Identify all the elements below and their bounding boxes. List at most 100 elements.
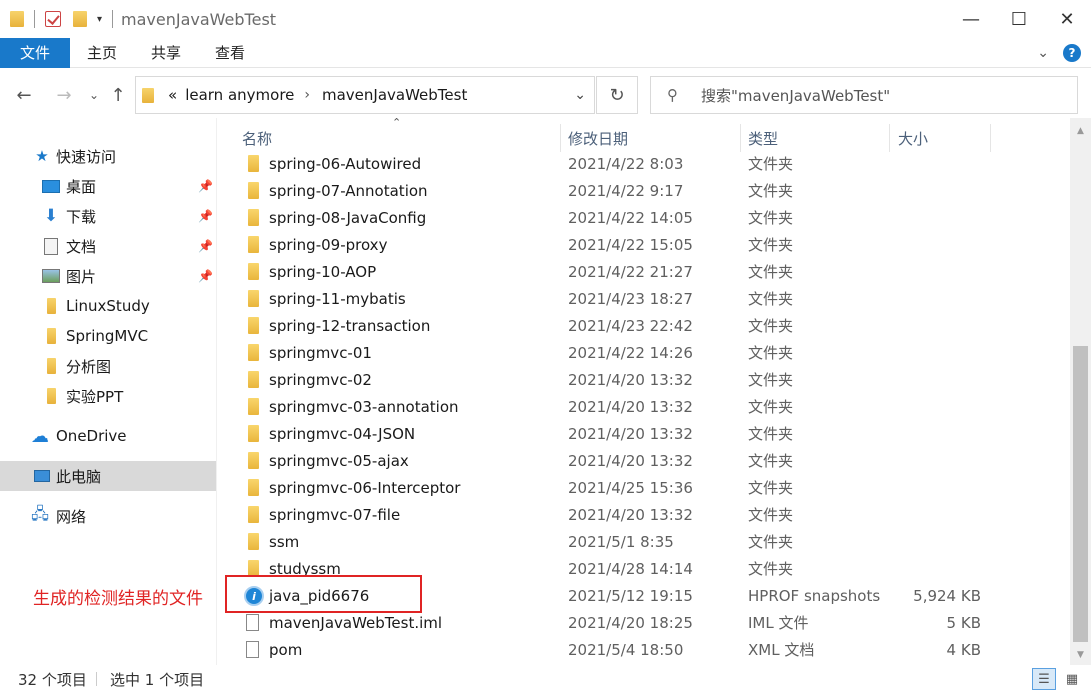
folder-icon — [248, 209, 259, 226]
sidebar-item-springmvc[interactable]: SpringMVC — [0, 321, 216, 351]
folder-icon — [248, 290, 259, 307]
large-icons-view-icon[interactable]: ▦ — [1060, 668, 1084, 690]
scroll-up-icon[interactable]: ▲ — [1070, 122, 1091, 139]
address-bar[interactable]: « learn anymore › mavenJavaWebTest ⌄ — [135, 76, 595, 114]
sidebar-item-label: 下载 — [66, 207, 97, 226]
chevron-down-icon[interactable]: ⌄ — [574, 87, 586, 103]
folder-icon — [46, 358, 56, 374]
sidebar-item-ppt[interactable]: 实验PPT — [0, 381, 216, 411]
details-view-icon[interactable]: ☰ — [1032, 668, 1056, 690]
column-type[interactable]: 类型 — [748, 128, 778, 149]
table-row[interactable]: springmvc-01 2021/4/22 14:26 文件夹 — [228, 339, 1068, 366]
folder-icon — [248, 398, 259, 415]
refresh-button[interactable]: ↻ — [596, 76, 638, 114]
file-name: springmvc-02 — [269, 370, 372, 389]
folder-icon — [248, 425, 259, 442]
file-type: 文件夹 — [748, 560, 794, 578]
file-name: spring-10-AOP — [269, 262, 377, 281]
file-date: 2021/4/22 14:26 — [568, 343, 693, 362]
pane-divider[interactable] — [216, 118, 217, 665]
maximize-button[interactable]: ☐ — [995, 0, 1043, 38]
minimize-button[interactable]: — — [947, 0, 995, 38]
table-row[interactable]: spring-10-AOP 2021/4/22 21:27 文件夹 — [228, 258, 1068, 285]
sidebar-item-label: LinuxStudy — [66, 297, 150, 315]
vertical-scrollbar[interactable]: ▲ ▼ — [1070, 118, 1091, 665]
scroll-thumb[interactable] — [1073, 346, 1088, 642]
table-row[interactable]: springmvc-05-ajax 2021/4/20 13:32 文件夹 — [228, 447, 1068, 474]
table-row[interactable]: spring-09-proxy 2021/4/22 15:05 文件夹 — [228, 231, 1068, 258]
item-count: 32 个项目 — [18, 670, 87, 689]
column-divider[interactable] — [889, 124, 890, 152]
tab-share[interactable]: 共享 — [134, 38, 198, 68]
table-row[interactable]: pom 2021/5/4 18:50 XML 文档 4 KB — [228, 636, 1068, 663]
sidebar-item-analysis[interactable]: 分析图 — [0, 351, 216, 381]
sidebar-item-quick-access[interactable]: ★ 快速访问 — [0, 141, 216, 171]
table-row[interactable]: spring-06-Autowired 2021/4/22 8:03 文件夹 — [228, 150, 1068, 177]
breadcrumb-overflow[interactable]: « — [168, 86, 177, 104]
file-date: 2021/4/28 14:14 — [568, 559, 693, 578]
sidebar-item-onedrive[interactable]: ☁ OneDrive — [0, 421, 216, 451]
folder-icon — [248, 236, 259, 253]
table-row[interactable]: springmvc-04-JSON 2021/4/20 13:32 文件夹 — [228, 420, 1068, 447]
tab-view[interactable]: 查看 — [198, 38, 262, 68]
file-name: springmvc-01 — [269, 343, 372, 362]
forward-arrow-icon[interactable]: → — [52, 82, 76, 108]
table-row[interactable]: springmvc-02 2021/4/20 13:32 文件夹 — [228, 366, 1068, 393]
table-row[interactable]: springmvc-07-file 2021/4/20 13:32 文件夹 — [228, 501, 1068, 528]
breadcrumb-learn-anymore[interactable]: learn anymore — [185, 86, 294, 104]
table-row[interactable]: spring-08-JavaConfig 2021/4/22 14:05 文件夹 — [228, 204, 1068, 231]
folder-icon — [248, 155, 259, 172]
column-divider[interactable] — [740, 124, 741, 152]
customize-toolbar-icon[interactable]: ▾ — [97, 14, 102, 25]
file-name: spring-11-mybatis — [269, 289, 406, 308]
expand-ribbon-icon[interactable]: ⌄ — [1037, 45, 1049, 61]
help-icon[interactable]: ? — [1063, 44, 1081, 62]
sidebar-item-downloads[interactable]: ⬇ 下载 📌 — [0, 201, 216, 231]
back-arrow-icon[interactable]: ← — [12, 82, 36, 108]
sidebar-item-network[interactable]: 🖧 网络 — [0, 501, 216, 531]
sidebar-item-linuxstudy[interactable]: LinuxStudy — [0, 291, 216, 321]
table-row[interactable]: springmvc-06-Interceptor 2021/4/25 15:36 文… — [228, 474, 1068, 501]
sidebar-item-this-pc[interactable]: 此电脑 — [0, 461, 216, 491]
file-date: 2021/4/22 15:05 — [568, 235, 693, 254]
folder-icon — [248, 371, 259, 388]
table-row[interactable]: spring-07-Annotation 2021/4/22 9:17 文件夹 — [228, 177, 1068, 204]
search-input[interactable]: ⚲ 搜索"mavenJavaWebTest" — [650, 76, 1078, 114]
column-modified[interactable]: 修改日期 — [568, 128, 628, 149]
folder-icon — [248, 452, 259, 469]
file-type: 文件夹 — [748, 344, 794, 362]
file-date: 2021/4/23 18:27 — [568, 289, 693, 308]
new-folder-icon[interactable] — [73, 11, 87, 27]
column-divider[interactable] — [990, 124, 991, 152]
sidebar-item-desktop[interactable]: 桌面 📌 — [0, 171, 216, 201]
close-button[interactable]: ✕ — [1043, 0, 1091, 38]
file-date: 2021/4/22 14:05 — [568, 208, 693, 227]
column-size[interactable]: 大小 — [898, 128, 928, 149]
sidebar-item-pictures[interactable]: 图片 📌 — [0, 261, 216, 291]
tab-file[interactable]: 文件 — [0, 37, 70, 68]
table-row[interactable]: ssm 2021/5/1 8:35 文件夹 — [228, 528, 1068, 555]
recent-locations-icon[interactable]: ⌄ — [82, 82, 106, 108]
scroll-down-icon[interactable]: ▼ — [1070, 646, 1091, 663]
sidebar-item-documents[interactable]: 文档 📌 — [0, 231, 216, 261]
column-name[interactable]: 名称 — [242, 128, 272, 149]
file-date: 2021/4/22 8:03 — [568, 154, 684, 173]
file-type: 文件夹 — [748, 263, 794, 281]
table-row[interactable]: springmvc-03-annotation 2021/4/20 13:32 文件… — [228, 393, 1068, 420]
file-type: IML 文件 — [748, 614, 809, 632]
tab-home[interactable]: 主页 — [70, 38, 134, 68]
file-type: HPROF snapshots — [748, 586, 881, 605]
table-row[interactable]: spring-12-transaction 2021/4/23 22:42 文件夹 — [228, 312, 1068, 339]
sidebar-item-label: 网络 — [56, 507, 87, 526]
up-arrow-icon[interactable]: ↑ — [106, 82, 130, 108]
breadcrumb-chevron-icon[interactable]: › — [304, 87, 310, 103]
breadcrumb-current[interactable]: mavenJavaWebTest — [322, 86, 467, 104]
sidebar-item-label: 此电脑 — [56, 467, 102, 486]
sidebar-item-label: 文档 — [66, 237, 97, 256]
table-row[interactable]: spring-11-mybatis 2021/4/23 18:27 文件夹 — [228, 285, 1068, 312]
sidebar-item-label: 桌面 — [66, 177, 97, 196]
properties-icon[interactable] — [45, 11, 61, 27]
column-divider[interactable] — [560, 124, 561, 152]
file-name: spring-06-Autowired — [269, 154, 422, 173]
table-row[interactable]: mavenJavaWebTest.iml 2021/4/20 18:25 IML 文… — [228, 609, 1068, 636]
